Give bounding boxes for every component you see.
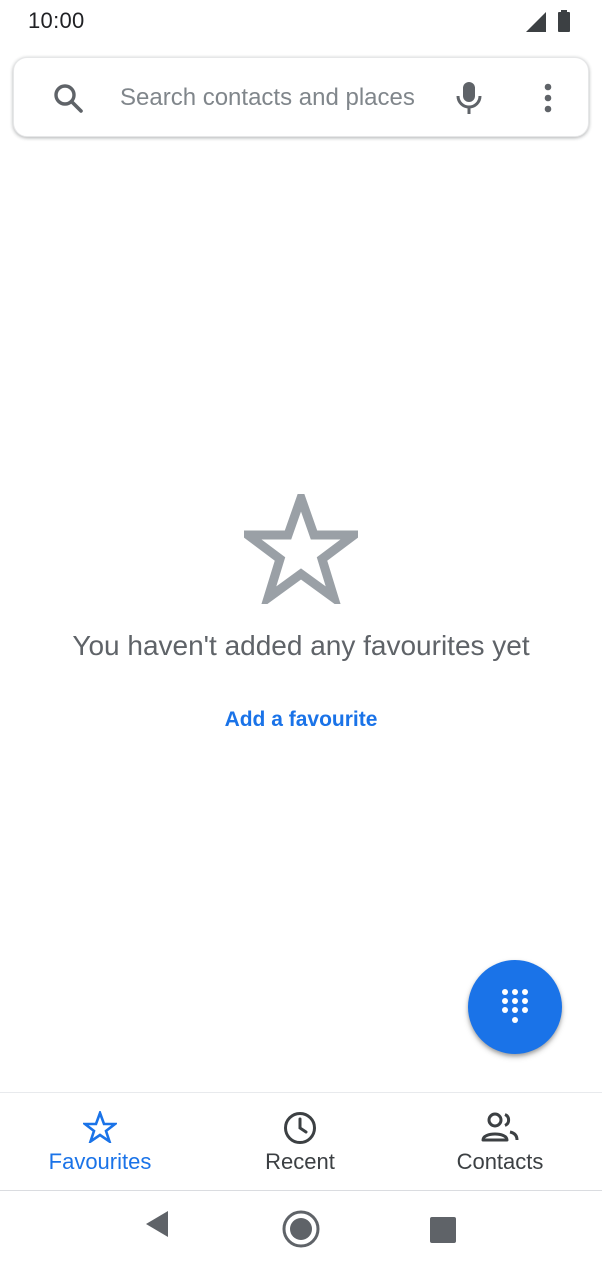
back-icon[interactable]: [144, 1209, 170, 1244]
search-bar[interactable]: [13, 57, 589, 137]
search-icon[interactable]: [52, 82, 84, 114]
tab-label: Recent: [265, 1149, 335, 1174]
search-input[interactable]: [120, 78, 430, 118]
clock-icon: [283, 1111, 317, 1150]
status-bar: 10:00: [0, 0, 602, 44]
dialpad-fab[interactable]: [468, 960, 562, 1054]
phone-favourites-screen: 10:00 Search contacts and places You hav…: [0, 0, 602, 1270]
mic-icon[interactable]: [454, 80, 484, 116]
bottom-navigation: Favourites Recent Contacts: [0, 1092, 602, 1190]
tab-label: Contacts: [456, 1149, 544, 1174]
empty-state-message: You haven't added any favourites yet: [72, 630, 530, 661]
people-icon: [481, 1111, 519, 1148]
tab-contacts[interactable]: Contacts: [400, 1093, 600, 1191]
status-icons: [526, 10, 570, 37]
dialpad-icon: [502, 989, 528, 1023]
tab-favourites[interactable]: Favourites: [0, 1093, 200, 1191]
star-outline-icon: [81, 1109, 119, 1148]
recents-icon[interactable]: [430, 1217, 456, 1248]
status-time: 10:00: [28, 8, 85, 33]
system-navigation-bar: [0, 1190, 602, 1270]
add-favourite-button[interactable]: Add a favourite: [200, 702, 402, 738]
signal-icon: [526, 12, 546, 37]
tab-label: Favourites: [48, 1149, 152, 1174]
battery-icon: [558, 10, 570, 37]
star-outline-icon: [234, 484, 368, 610]
tab-recent[interactable]: Recent: [200, 1093, 400, 1191]
home-icon[interactable]: [281, 1209, 321, 1254]
more-vert-icon[interactable]: [536, 80, 560, 116]
